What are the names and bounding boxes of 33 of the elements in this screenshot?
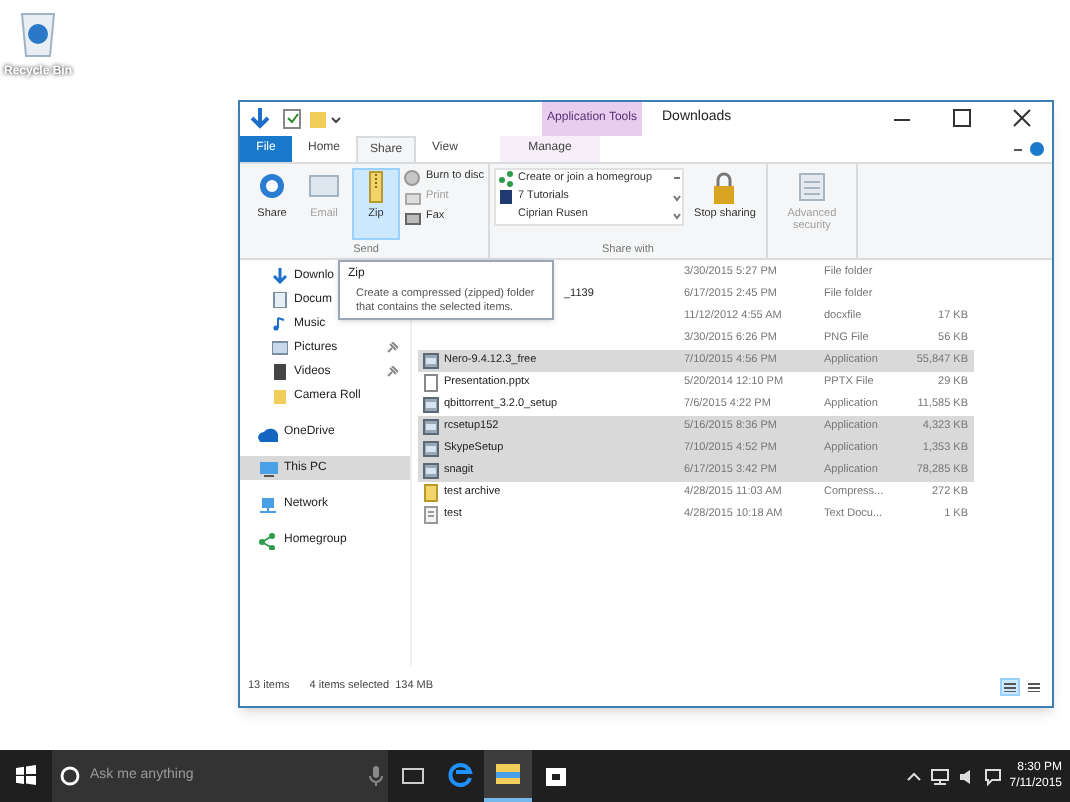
microphone-icon[interactable] bbox=[364, 766, 388, 786]
computer-icon bbox=[258, 459, 278, 477]
large-icons-icon bbox=[1028, 681, 1040, 691]
large-icons-view-button[interactable] bbox=[1024, 677, 1044, 695]
volume-icon[interactable] bbox=[957, 767, 976, 785]
network-icon[interactable] bbox=[929, 767, 950, 785]
disc-icon bbox=[404, 169, 422, 185]
chevron-up-icon[interactable] bbox=[905, 770, 922, 782]
music-note-icon bbox=[272, 316, 288, 332]
folder-icon bbox=[496, 764, 520, 784]
details-icon bbox=[1004, 681, 1016, 691]
details-view-button[interactable] bbox=[1000, 677, 1020, 695]
notifications-icon[interactable] bbox=[983, 767, 1002, 785]
cortana-icon bbox=[60, 766, 80, 786]
video-icon bbox=[272, 364, 288, 380]
taskbar-app-button[interactable] bbox=[484, 750, 532, 802]
printer-icon bbox=[404, 189, 422, 205]
store-icon bbox=[546, 767, 566, 785]
homegroup-icon bbox=[258, 531, 278, 549]
file-icon bbox=[422, 506, 440, 524]
share-icon bbox=[254, 170, 290, 204]
homegroup-icon bbox=[498, 170, 515, 188]
fax-icon bbox=[404, 209, 422, 225]
task-view-icon bbox=[401, 768, 423, 784]
cloud-icon bbox=[258, 423, 278, 441]
help-icon[interactable] bbox=[1030, 142, 1044, 156]
document-icon bbox=[793, 170, 830, 204]
network-icon bbox=[258, 495, 278, 513]
edge-icon bbox=[447, 762, 473, 790]
download-icon bbox=[272, 268, 288, 284]
document-icon bbox=[272, 292, 288, 308]
picture-icon bbox=[272, 340, 288, 356]
folder-icon bbox=[272, 388, 288, 404]
